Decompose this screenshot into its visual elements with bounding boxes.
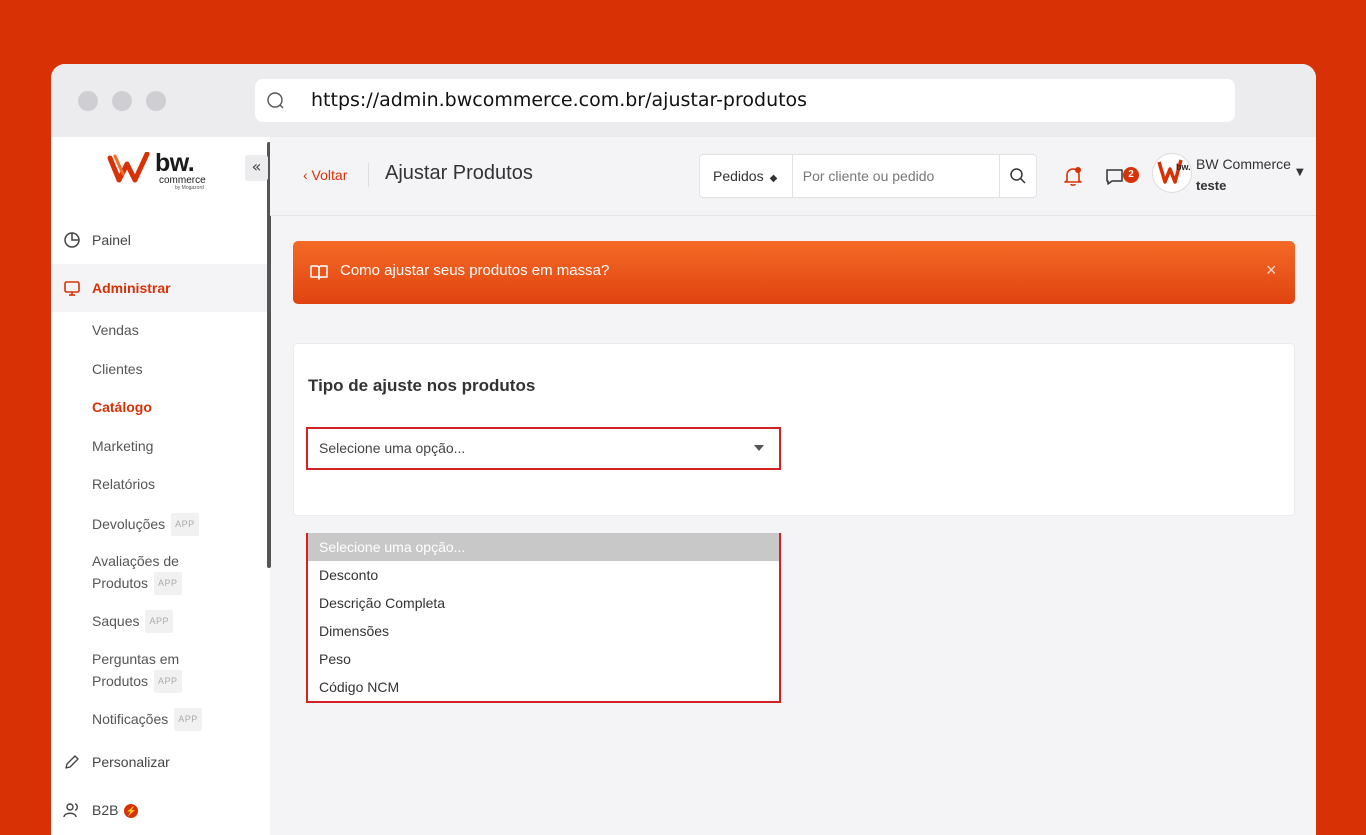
option-codigo-ncm[interactable]: Código NCM (308, 673, 779, 701)
search-group: Pedidos ◆ (699, 154, 1037, 198)
nav-item-relatorios[interactable]: Relatórios (92, 474, 155, 495)
nav-label: Produtos (92, 575, 149, 591)
brand-logo[interactable]: bw. commerce by Mogazord (107, 149, 217, 198)
help-banner[interactable]: Como ajustar seus produtos em massa? × (293, 241, 1295, 304)
card-title: Tipo de ajuste nos produtos (308, 376, 536, 395)
nav-item-perguntas[interactable]: Perguntas em Produtos APP (92, 649, 182, 693)
option-descricao-completa[interactable]: Descrição Completa (308, 589, 779, 617)
select-value: Selecione uma opção... (319, 440, 466, 456)
search-button[interactable] (999, 155, 1036, 197)
search-type-value: Pedidos (713, 168, 764, 184)
nav-label: B2B ⚡ (92, 802, 139, 818)
page-title: Ajustar Produtos (385, 162, 533, 184)
nav-item-catalogo[interactable]: Catálogo (92, 397, 152, 418)
caret-down-icon (754, 445, 764, 451)
nav-label-text: B2B (92, 802, 119, 818)
nav-label: Painel (92, 232, 131, 248)
app-badge: APP (154, 572, 182, 595)
browser-titlebar: https://admin.bwcommerce.com.br/ajustar-… (51, 64, 1316, 137)
logo-byline: by Mogazord (175, 185, 204, 191)
search-type-select[interactable]: Pedidos ◆ (700, 155, 793, 197)
nav-item-clientes[interactable]: Clientes (92, 359, 143, 380)
nav-item-notificacoes[interactable]: Notificações APP (92, 708, 202, 731)
logo-mark-icon (107, 152, 150, 183)
nav-item-devolucoes[interactable]: Devoluções APP (92, 513, 199, 536)
browser-window: https://admin.bwcommerce.com.br/ajustar-… (51, 64, 1316, 835)
nav-label: Personalizar (92, 754, 170, 770)
adjust-type-select[interactable]: Selecione uma opção... (306, 427, 781, 470)
minimize-window-dot[interactable] (112, 91, 132, 111)
banner-text[interactable]: Como ajustar seus produtos em massa? (340, 262, 609, 279)
nav-label: Notificações (92, 711, 169, 727)
sidebar: bw. commerce by Mogazord Painel Administ… (51, 137, 270, 835)
adjust-type-options: Selecione uma opção... Desconto Descriçã… (306, 533, 781, 703)
nav-item-painel[interactable]: Painel (51, 216, 270, 264)
search-icon (267, 92, 284, 109)
search-input[interactable] (792, 155, 1000, 197)
bell-icon[interactable] (1062, 165, 1084, 187)
close-icon[interactable]: × (1266, 260, 1277, 281)
close-window-dot[interactable] (78, 91, 98, 111)
nav-label: Saques (92, 613, 140, 629)
pencil-icon (65, 755, 79, 769)
url-text[interactable]: https://admin.bwcommerce.com.br/ajustar-… (311, 89, 807, 111)
avatar[interactable]: bw. (1152, 153, 1192, 193)
back-link[interactable]: ‹ Voltar (303, 167, 347, 183)
svg-text:bw.: bw. (1176, 162, 1191, 172)
option-peso[interactable]: Peso (308, 645, 779, 673)
lightning-icon: ⚡ (124, 804, 139, 818)
nav-item-administrar[interactable]: Administrar (51, 264, 270, 312)
nav-item-marketing[interactable]: Marketing (92, 436, 153, 457)
chevron-down-icon[interactable]: ▼ (1296, 167, 1304, 178)
sort-arrows-icon: ◆ (769, 173, 778, 184)
book-icon (310, 265, 328, 280)
nav-item-avaliacoes[interactable]: Avaliações de Produtos APP (92, 551, 182, 595)
adjust-type-card: Tipo de ajuste nos produtos Selecione um… (293, 343, 1295, 516)
nav-label: Perguntas em (92, 651, 180, 667)
address-bar[interactable]: https://admin.bwcommerce.com.br/ajustar-… (255, 79, 1235, 122)
divider (368, 163, 369, 187)
nav-label: Produtos (92, 673, 149, 689)
app-badge: APP (174, 708, 202, 731)
user-name[interactable]: BW Commerce (1196, 156, 1291, 172)
app-badge: APP (145, 610, 173, 633)
option-dimensoes[interactable]: Dimensões (308, 617, 779, 645)
pie-chart-icon (64, 232, 80, 248)
nav-item-vendas[interactable]: Vendas (92, 320, 139, 341)
store-logo-icon: bw. (1157, 159, 1191, 184)
search-icon (1010, 168, 1026, 184)
monitor-icon (64, 281, 80, 296)
nav-label: Devoluções (92, 516, 166, 532)
nav-item-b2b[interactable]: B2B ⚡ (51, 786, 270, 834)
topbar: ‹ Voltar Ajustar Produtos Pedidos ◆ 2 (270, 137, 1316, 216)
user-store[interactable]: teste (1196, 178, 1226, 193)
option-desconto[interactable]: Desconto (308, 561, 779, 589)
app-badge: APP (154, 670, 182, 693)
window-controls (78, 91, 166, 111)
nav-label: Avaliações de (92, 553, 179, 569)
chat-count-badge: 2 (1123, 167, 1139, 183)
maximize-window-dot[interactable] (146, 91, 166, 111)
option-placeholder[interactable]: Selecione uma opção... (308, 533, 779, 561)
logo-text: bw. (155, 149, 195, 177)
collapse-sidebar-button[interactable]: « (245, 155, 268, 181)
nav-item-saques[interactable]: Saques APP (92, 610, 173, 633)
nav-label: Administrar (92, 280, 171, 296)
nav-item-personalizar[interactable]: Personalizar (51, 738, 270, 786)
app-badge: APP (171, 513, 199, 536)
users-icon (63, 803, 78, 818)
